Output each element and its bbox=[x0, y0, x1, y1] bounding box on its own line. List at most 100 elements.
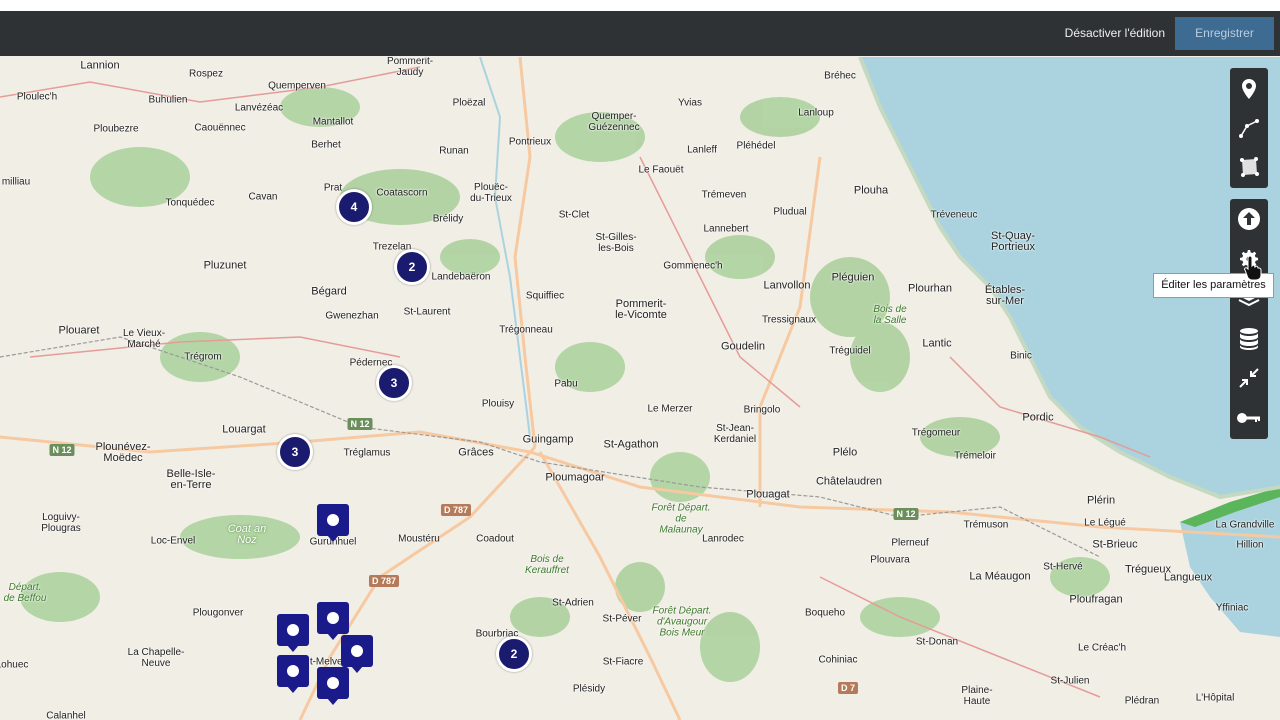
place-label: Plouisy bbox=[481, 398, 515, 410]
marker-cluster[interactable]: 4 bbox=[336, 189, 372, 225]
place-label: St-Brieuc bbox=[1092, 538, 1138, 551]
place-label: Cohiniac bbox=[818, 654, 858, 666]
place-label: Langueux bbox=[1163, 571, 1213, 584]
map-marker[interactable] bbox=[317, 602, 349, 640]
database-icon[interactable] bbox=[1230, 320, 1268, 358]
place-label: Plouëc- du-Trieux bbox=[470, 182, 512, 204]
place-label: Le Légué bbox=[1084, 517, 1126, 529]
place-label: Loguivy- Plougras bbox=[41, 512, 81, 534]
place-label: St-Péver bbox=[602, 613, 642, 625]
place-label: Caouënnec bbox=[194, 122, 246, 134]
place-label: Cavan bbox=[248, 191, 278, 203]
place-label: Pommerit- Jaudy bbox=[386, 57, 434, 78]
place-label: Trémeloir bbox=[954, 450, 996, 462]
map-marker[interactable] bbox=[277, 655, 309, 693]
place-label: Gwenezhan bbox=[325, 310, 379, 322]
marker-cluster[interactable]: 2 bbox=[496, 636, 532, 672]
forest-label: Coat an Noz bbox=[227, 523, 267, 546]
marker-cluster[interactable]: 3 bbox=[376, 365, 412, 401]
place-label: Quemperven bbox=[268, 80, 326, 92]
place-label: Boqueho bbox=[804, 607, 846, 619]
place-label: Coadout bbox=[476, 533, 514, 545]
disable-edit-button[interactable]: Désactiver l'édition bbox=[1065, 11, 1165, 56]
place-label: Ploëzal bbox=[452, 97, 486, 109]
place-label: Lannebert bbox=[703, 223, 749, 235]
place-label: St-Hervé bbox=[1043, 561, 1083, 573]
place-label: Brélidy bbox=[432, 213, 464, 225]
map-marker[interactable] bbox=[277, 614, 309, 652]
polyline-icon[interactable] bbox=[1230, 109, 1268, 147]
place-label: Coatascorn bbox=[376, 187, 428, 199]
place-label: Lannion bbox=[80, 59, 120, 72]
road-label: N 12 bbox=[347, 418, 373, 430]
key-icon[interactable] bbox=[1230, 399, 1268, 437]
place-label: Guingamp bbox=[522, 433, 574, 446]
place-label: Binic bbox=[1010, 350, 1032, 362]
place-label: Plounévez- Moëdec bbox=[95, 441, 151, 464]
place-label: Plourhan bbox=[907, 282, 953, 295]
place-label: L'Hôpital bbox=[1195, 692, 1235, 704]
road-label: D 787 bbox=[440, 504, 472, 516]
place-label: Plerneuf bbox=[891, 537, 929, 549]
place-label: Grâces bbox=[458, 446, 494, 459]
settings-toolbar bbox=[1230, 199, 1268, 439]
place-label: Bréhec bbox=[824, 70, 856, 82]
save-button[interactable]: Enregistrer bbox=[1175, 17, 1274, 50]
place-label: Pléhédel bbox=[736, 140, 776, 152]
place-label: St-Jean- Kerdaniel bbox=[713, 423, 757, 445]
marker-cluster[interactable]: 3 bbox=[277, 434, 313, 470]
place-label: Trégrom bbox=[184, 351, 222, 363]
forest-label: Forêt Départ. d'Avaugour Bois Meur bbox=[652, 605, 712, 639]
place-label: Ploumagoar bbox=[545, 471, 605, 484]
place-label: Moustéru bbox=[398, 533, 440, 545]
place-label: Buhulien bbox=[148, 94, 188, 106]
place-label: Le Vieux- Marché bbox=[122, 328, 166, 350]
place-label: Pléguien bbox=[831, 271, 875, 284]
place-label: Pluzunet bbox=[203, 259, 247, 272]
place-label: Pludual bbox=[773, 206, 807, 218]
place-label: Plougonver bbox=[192, 607, 244, 619]
map-canvas[interactable]: Lannion Rospez Pommerit- Jaudy Quemperve… bbox=[0, 57, 1280, 720]
place-label: Pabu bbox=[554, 378, 578, 390]
map-marker[interactable] bbox=[317, 504, 349, 542]
place-label: Le Faouët bbox=[638, 164, 684, 176]
place-label: Ploufragan bbox=[1069, 593, 1123, 606]
marker-dot bbox=[327, 514, 339, 526]
place-label: Lanvollon bbox=[763, 279, 811, 292]
place-label: Pommerit- le-Vicomte bbox=[615, 298, 667, 321]
marker-dot bbox=[351, 645, 363, 657]
place-label: Yvias bbox=[678, 97, 702, 109]
place-label: Tréglamus bbox=[343, 447, 391, 459]
marker-dot bbox=[287, 624, 299, 636]
marker-dot bbox=[287, 665, 299, 677]
place-label: St-Donan bbox=[915, 636, 959, 648]
place-label: Trégonneau bbox=[499, 324, 553, 336]
map-marker[interactable] bbox=[317, 667, 349, 705]
place-label: Quemper- Guézennec bbox=[588, 111, 640, 133]
shrink-icon[interactable] bbox=[1230, 359, 1268, 397]
place-label: Calanhel bbox=[46, 710, 86, 720]
place-label: St-Gilles- les-Bois bbox=[595, 232, 637, 254]
map-marker[interactable] bbox=[341, 635, 373, 673]
marker-pin-icon[interactable] bbox=[1230, 70, 1268, 108]
road-label: N 12 bbox=[893, 508, 919, 520]
place-label: Ploulec'h bbox=[16, 91, 58, 103]
place-label: Mantallot bbox=[312, 116, 354, 128]
place-label: Plédran bbox=[1124, 695, 1160, 707]
forest-label: Forêt Départ. de Malaunay bbox=[651, 502, 711, 536]
place-label: Gommenec'h bbox=[663, 260, 723, 272]
road-label: D 7 bbox=[837, 682, 859, 694]
upload-icon[interactable] bbox=[1230, 200, 1268, 238]
place-label: Lohuec bbox=[0, 659, 29, 671]
place-label: Bégard bbox=[311, 285, 347, 298]
place-label: Étables- sur-Mer bbox=[984, 284, 1026, 307]
forest-label: Bois de la Salle bbox=[873, 304, 907, 326]
place-label: Pontrieux bbox=[508, 136, 552, 148]
place-label: Tonquédec bbox=[165, 197, 215, 209]
place-label: Berhet bbox=[311, 139, 341, 151]
place-label: Plouvara bbox=[870, 554, 910, 566]
marker-cluster[interactable]: 2 bbox=[394, 249, 430, 285]
polygon-icon[interactable] bbox=[1230, 148, 1268, 186]
place-label: Landebaëron bbox=[431, 271, 491, 283]
place-label: St-Julien bbox=[1050, 675, 1090, 687]
